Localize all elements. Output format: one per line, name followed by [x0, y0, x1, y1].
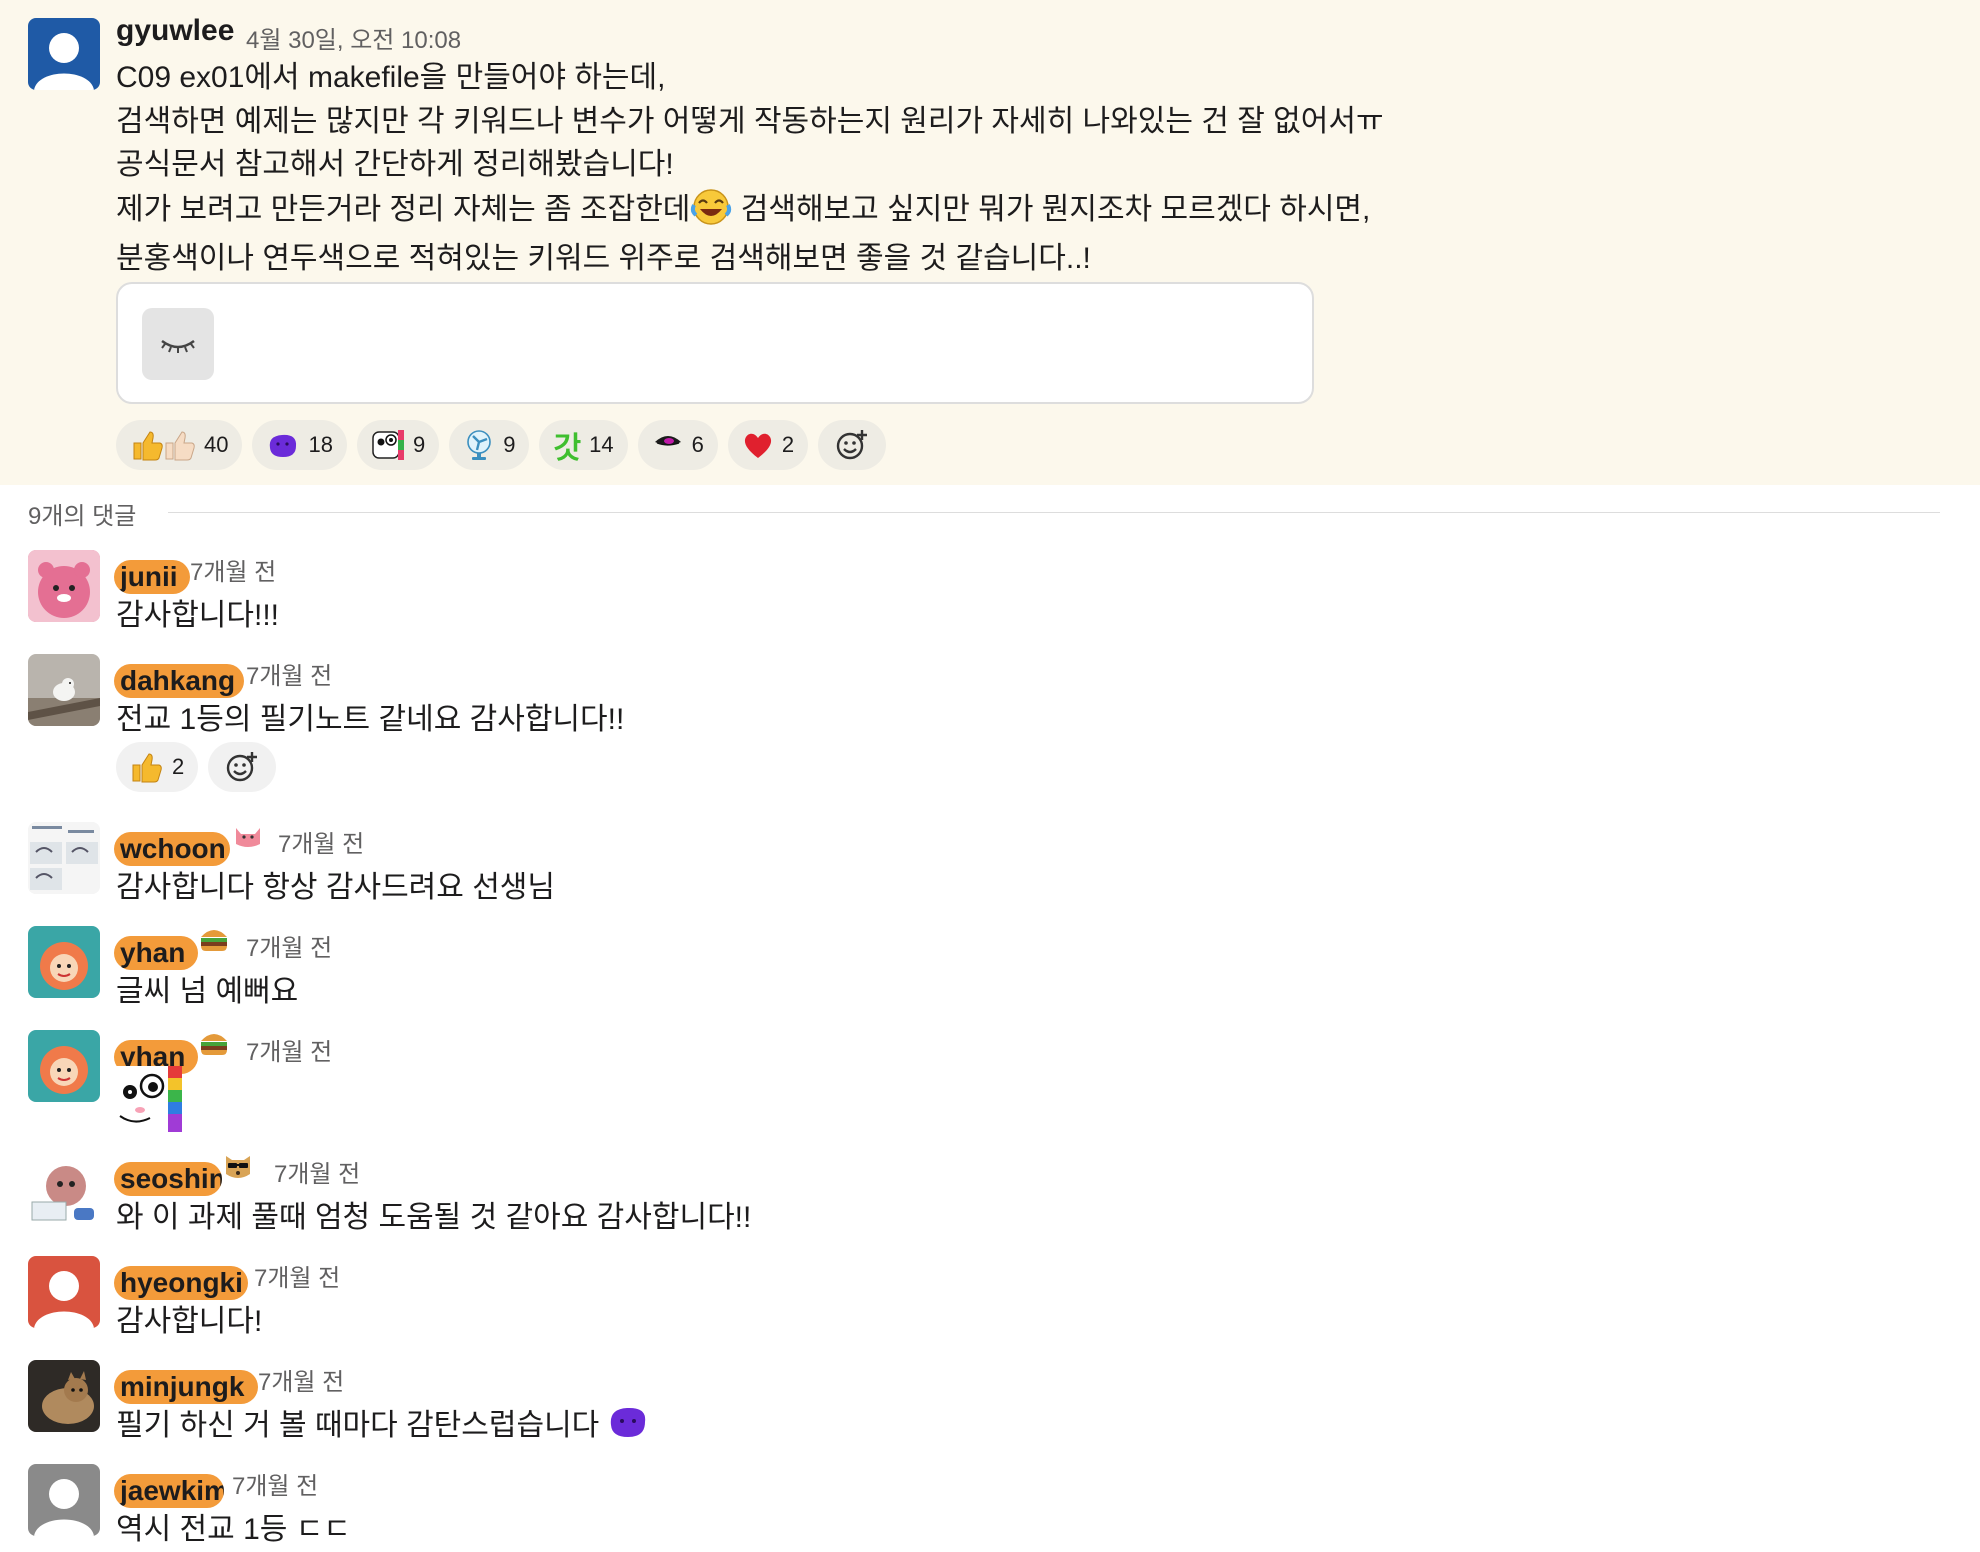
add-reaction-button[interactable]	[818, 420, 887, 470]
reply-text: 와 이 과제 풀때 엄청 도움될 것 같아요 감사합니다!!	[116, 1201, 752, 1234]
reaction-count: 2	[781, 432, 795, 457]
reply-avatar[interactable]	[28, 1360, 100, 1432]
original-message: gyuwlee 4월 30일, 오전 10:08 C09 ex01에서 make…	[0, 0, 1980, 485]
reply-text: 감사합니다 항상 감사드려요 선생님	[116, 871, 556, 904]
pink-cat-icon	[232, 820, 264, 855]
reaction-purple-blob[interactable]: 18	[252, 420, 347, 470]
author-name[interactable]: gyuwlee	[116, 14, 234, 48]
reply-timestamp[interactable]: 7개월 전	[246, 928, 332, 963]
red-heart-icon	[742, 430, 774, 460]
reply-author[interactable]: junii	[114, 560, 190, 594]
message-body: C09 ex01에서 makefile을 만들어야 하는데, 검색하면 예제는 …	[116, 56, 1384, 281]
divider	[168, 512, 1940, 513]
add-reaction-icon	[835, 428, 869, 462]
gat-text-icon: 갓	[553, 432, 582, 465]
reaction-count: 6	[691, 432, 704, 457]
purple-blob-icon	[607, 1403, 649, 1449]
message-line: 분홍색이나 연두색으로 적혀있는 키워드 위주로 검색해보면 좋을 것 같습니다…	[116, 242, 1091, 276]
purple-blob-icon	[266, 430, 300, 460]
reaction-crazy-face[interactable]: 9	[356, 420, 440, 470]
thumbs-up-two-tone-icon	[130, 428, 196, 462]
file-attachment[interactable]	[116, 282, 1314, 404]
reply-avatar[interactable]	[28, 822, 100, 894]
reaction-heart[interactable]: 2	[727, 420, 809, 470]
author-avatar[interactable]	[28, 18, 100, 90]
reply-avatar[interactable]	[28, 1152, 100, 1224]
reaction-thumbs-up[interactable]: 2	[116, 742, 199, 792]
reply-avatar[interactable]	[28, 926, 100, 998]
reply-reaction-bar: 2	[116, 742, 277, 792]
message-line: 제가 보려고 만든거라 정리 자체는 좀 조잡한데 검색해보고 싶지만 뭐가 뭔…	[116, 187, 1384, 238]
add-reaction-button[interactable]	[208, 742, 277, 792]
reply-text: 전교 1등의 필기노트 같네요 감사합니다!!	[116, 703, 625, 736]
reaction-count: 2	[172, 754, 185, 779]
reply-author[interactable]: minjungk	[114, 1370, 258, 1404]
crazy-face-sticker-icon	[116, 1066, 182, 1137]
reply-author[interactable]: jaewkim	[114, 1474, 224, 1508]
cool-dog-icon	[222, 1150, 254, 1187]
reaction-fan[interactable]: 9	[449, 420, 530, 470]
reply-text: 역시 전교 1등 ㄷㄷ	[116, 1513, 351, 1546]
reply-text: 글씨 넘 예뻐요	[116, 975, 299, 1008]
reaction-peeking-eye[interactable]: 6	[637, 420, 718, 470]
reply-avatar[interactable]	[28, 1256, 100, 1328]
joy-face-icon	[690, 187, 732, 238]
reply-text: 감사합니다!!!	[116, 599, 280, 632]
reply-avatar[interactable]	[28, 1464, 100, 1536]
reply-timestamp[interactable]: 7개월 전	[274, 1154, 360, 1189]
reaction-thumbs-up[interactable]: 40	[116, 420, 243, 470]
reply-text: 감사합니다!	[116, 1305, 263, 1338]
reaction-count: 14	[589, 432, 614, 457]
fan-icon	[463, 429, 495, 461]
reply-author[interactable]: wchoon	[114, 832, 230, 866]
reaction-count: 9	[412, 432, 426, 457]
reply-avatar[interactable]	[28, 550, 100, 622]
reply-count-label: 9개의 댓글	[28, 503, 137, 530]
message-timestamp[interactable]: 4월 30일, 오전 10:08	[246, 20, 461, 55]
reaction-count: 9	[503, 432, 516, 457]
message-line: 검색하면 예제는 많지만 각 키워드나 변수가 어떻게 작동하는지 원리가 자세…	[116, 104, 1384, 138]
reaction-gat[interactable]: 갓 14	[539, 420, 628, 470]
reply-author[interactable]: yhan	[114, 936, 198, 970]
reply-timestamp[interactable]: 7개월 전	[246, 1032, 332, 1067]
reply-timestamp[interactable]: 7개월 전	[278, 824, 364, 859]
reply-timestamp[interactable]: 7개월 전	[190, 552, 276, 587]
peeking-eye-icon	[652, 432, 684, 458]
reply-author[interactable]: hyeongki	[114, 1266, 248, 1300]
reply-avatar[interactable]	[28, 654, 100, 726]
hidden-eye-icon	[142, 339, 214, 384]
reaction-count: 40	[204, 432, 229, 457]
crazy-face-icon	[371, 428, 405, 462]
message-line: C09 ex01에서 makefile을 만들어야 하는데,	[116, 61, 666, 94]
hamburger-icon	[198, 1028, 230, 1063]
hamburger-icon	[198, 924, 230, 959]
reply-author[interactable]: dahkang	[114, 664, 244, 698]
reaction-count: 18	[308, 432, 333, 457]
reaction-bar: 40 18 9 9 갓 14 6 2	[116, 420, 887, 470]
message-line: 공식문서 참고해서 간단하게 정리해봤습니다!	[116, 148, 674, 182]
attachment-thumbnail[interactable]	[142, 308, 214, 380]
reply-author[interactable]: seoshin	[114, 1162, 222, 1196]
reply-avatar[interactable]	[28, 1030, 100, 1102]
add-reaction-icon	[225, 750, 259, 784]
reply-timestamp[interactable]: 7개월 전	[232, 1466, 318, 1501]
reply-timestamp[interactable]: 7개월 전	[258, 1362, 344, 1397]
thumbs-up-icon	[130, 750, 164, 784]
reply-text: 필기 하신 거 볼 때마다 감탄스럽습니다	[116, 1400, 649, 1449]
reply-timestamp[interactable]: 7개월 전	[254, 1258, 340, 1293]
reply-timestamp[interactable]: 7개월 전	[246, 656, 332, 691]
